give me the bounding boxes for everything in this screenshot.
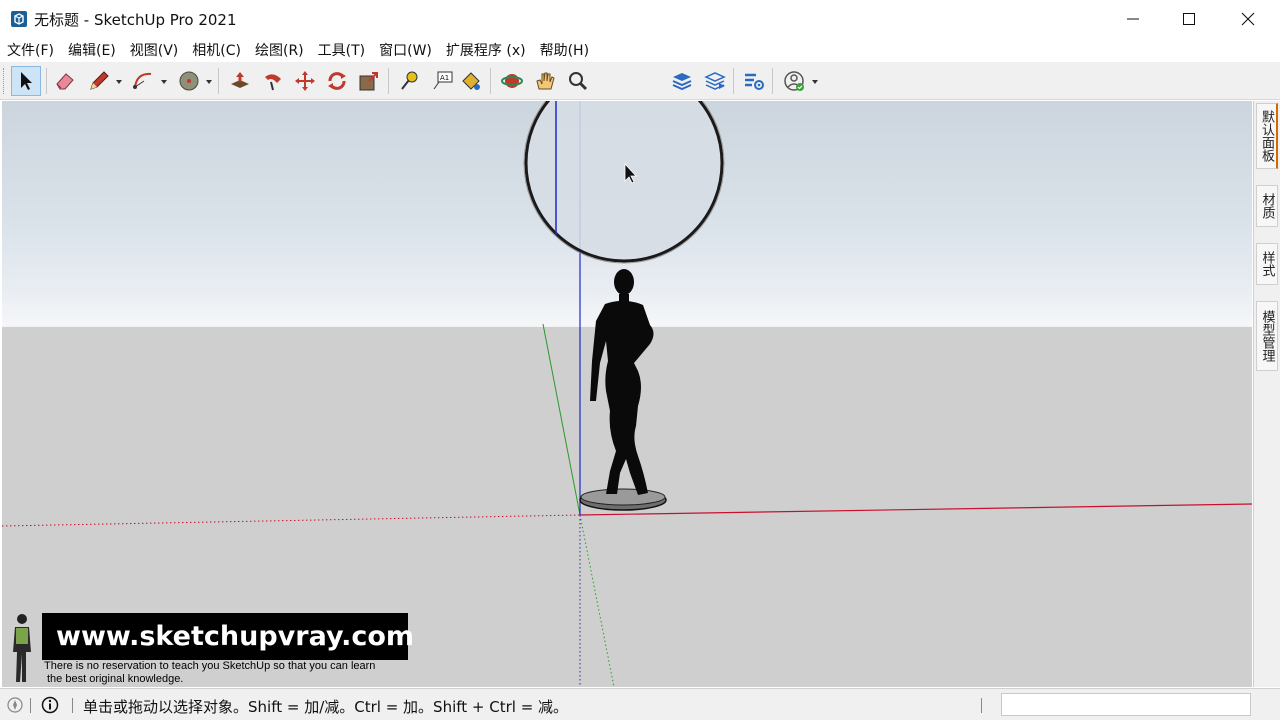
window-title: 无标题 - SketchUp Pro 2021 [34, 11, 237, 29]
arc-icon [133, 72, 152, 89]
menu-help[interactable]: 帮助(H) [540, 40, 589, 60]
follow-me-icon [265, 74, 281, 91]
eraser-tool[interactable] [50, 66, 80, 96]
menu-view[interactable]: 视图(V) [130, 40, 179, 60]
watermark-tagline-2: the best original knowledge. [47, 673, 184, 685]
menu-tools[interactable]: 工具(T) [318, 40, 365, 60]
svg-text:A1: A1 [440, 74, 449, 82]
tab-materials[interactable]: 材质 [1256, 185, 1278, 227]
tab-outliner[interactable]: 模型管理 [1256, 301, 1278, 371]
orbit-tool[interactable] [497, 66, 527, 96]
pencil-icon [90, 71, 109, 90]
pan-tool[interactable] [530, 66, 560, 96]
arrow-cursor-icon [21, 72, 32, 90]
scale-tool[interactable] [354, 66, 384, 96]
close-button[interactable] [1219, 0, 1277, 38]
watermark-person-icon [13, 614, 31, 682]
default-tray: 默认面板 材质 样式 模型管理 [1253, 101, 1280, 687]
scale-icon [359, 72, 378, 91]
magnifier-icon [569, 72, 588, 91]
info-icon[interactable] [41, 696, 59, 714]
watermark-tagline-1: There is no reservation to teach you Ske… [44, 660, 376, 672]
move-arrows-icon [295, 71, 315, 91]
green-axis-negative [579, 514, 615, 687]
minimize-button[interactable] [1104, 0, 1162, 38]
eraser-icon [56, 73, 74, 90]
red-axis-negative [2, 514, 581, 527]
toolbar: A1 [0, 62, 1280, 100]
minimize-icon [1127, 18, 1139, 20]
line-tool[interactable] [84, 66, 114, 96]
red-axis-positive [579, 503, 1252, 516]
text-label-icon: A1 [433, 71, 453, 90]
scene-canvas [2, 101, 1252, 687]
circle-shape-icon [179, 71, 199, 91]
warehouse-tool[interactable] [700, 66, 730, 96]
orbit-icon [501, 74, 523, 88]
layers-icon [672, 73, 692, 91]
magnifier-loupe [523, 101, 725, 264]
push-pull-tool[interactable] [225, 66, 255, 96]
close-icon [1241, 12, 1255, 26]
menu-camera[interactable]: 相机(C) [192, 40, 241, 60]
sketchup-logo-icon [11, 11, 27, 27]
menu-edit[interactable]: 编辑(E) [68, 40, 116, 60]
green-axis-positive [542, 323, 581, 516]
tab-default-tray[interactable]: 默认面板 [1256, 103, 1278, 169]
arc-tool[interactable] [128, 66, 158, 96]
zoom-tool[interactable] [563, 66, 593, 96]
tape-measure-tool[interactable] [394, 66, 424, 96]
rotate-icon [328, 72, 346, 90]
tab-styles[interactable]: 样式 [1256, 243, 1278, 285]
title-bar: 无标题 - SketchUp Pro 2021 [0, 0, 1280, 38]
human-figure[interactable] [590, 269, 654, 495]
maximize-icon [1183, 13, 1195, 25]
shape-tool[interactable] [174, 66, 204, 96]
extension-tool[interactable] [739, 66, 769, 96]
tape-measure-icon [401, 71, 418, 90]
menu-window[interactable]: 窗口(W) [379, 40, 432, 60]
account-icon [784, 71, 804, 91]
watermark-site: www.sketchupvray.com [42, 613, 414, 660]
toolbar-grip[interactable] [3, 68, 6, 94]
push-pull-icon [231, 72, 249, 88]
text-tool[interactable]: A1 [427, 66, 457, 96]
geolocation-icon[interactable] [6, 696, 24, 714]
paint-bucket-tool[interactable] [456, 66, 486, 96]
extension-gear-icon [745, 73, 764, 90]
menu-bar: 文件(F) 编辑(E) 视图(V) 相机(C) 绘图(R) 工具(T) 窗口(W… [0, 38, 1280, 62]
rotate-tool[interactable] [322, 66, 352, 96]
status-bar: 单击或拖动以选择对象。Shift = 加/减。Ctrl = 加。Shift + … [0, 688, 1280, 720]
select-tool[interactable] [11, 66, 41, 96]
hand-icon [536, 72, 555, 90]
account-tool[interactable] [779, 66, 809, 96]
warehouse-icon [704, 72, 726, 90]
status-message: 单击或拖动以选择对象。Shift = 加/减。Ctrl = 加。Shift + … [83, 698, 569, 716]
menu-file[interactable]: 文件(F) [7, 40, 54, 60]
layer-tool[interactable] [667, 66, 697, 96]
menu-draw[interactable]: 绘图(R) [255, 40, 304, 60]
measurements-box[interactable] [1001, 693, 1251, 716]
maximize-button[interactable] [1160, 0, 1218, 38]
follow-me-tool[interactable] [258, 66, 288, 96]
move-tool[interactable] [290, 66, 320, 96]
paint-bucket-icon [462, 72, 480, 90]
model-viewport[interactable] [2, 101, 1252, 687]
menu-extensions[interactable]: 扩展程序 (x) [446, 40, 526, 60]
